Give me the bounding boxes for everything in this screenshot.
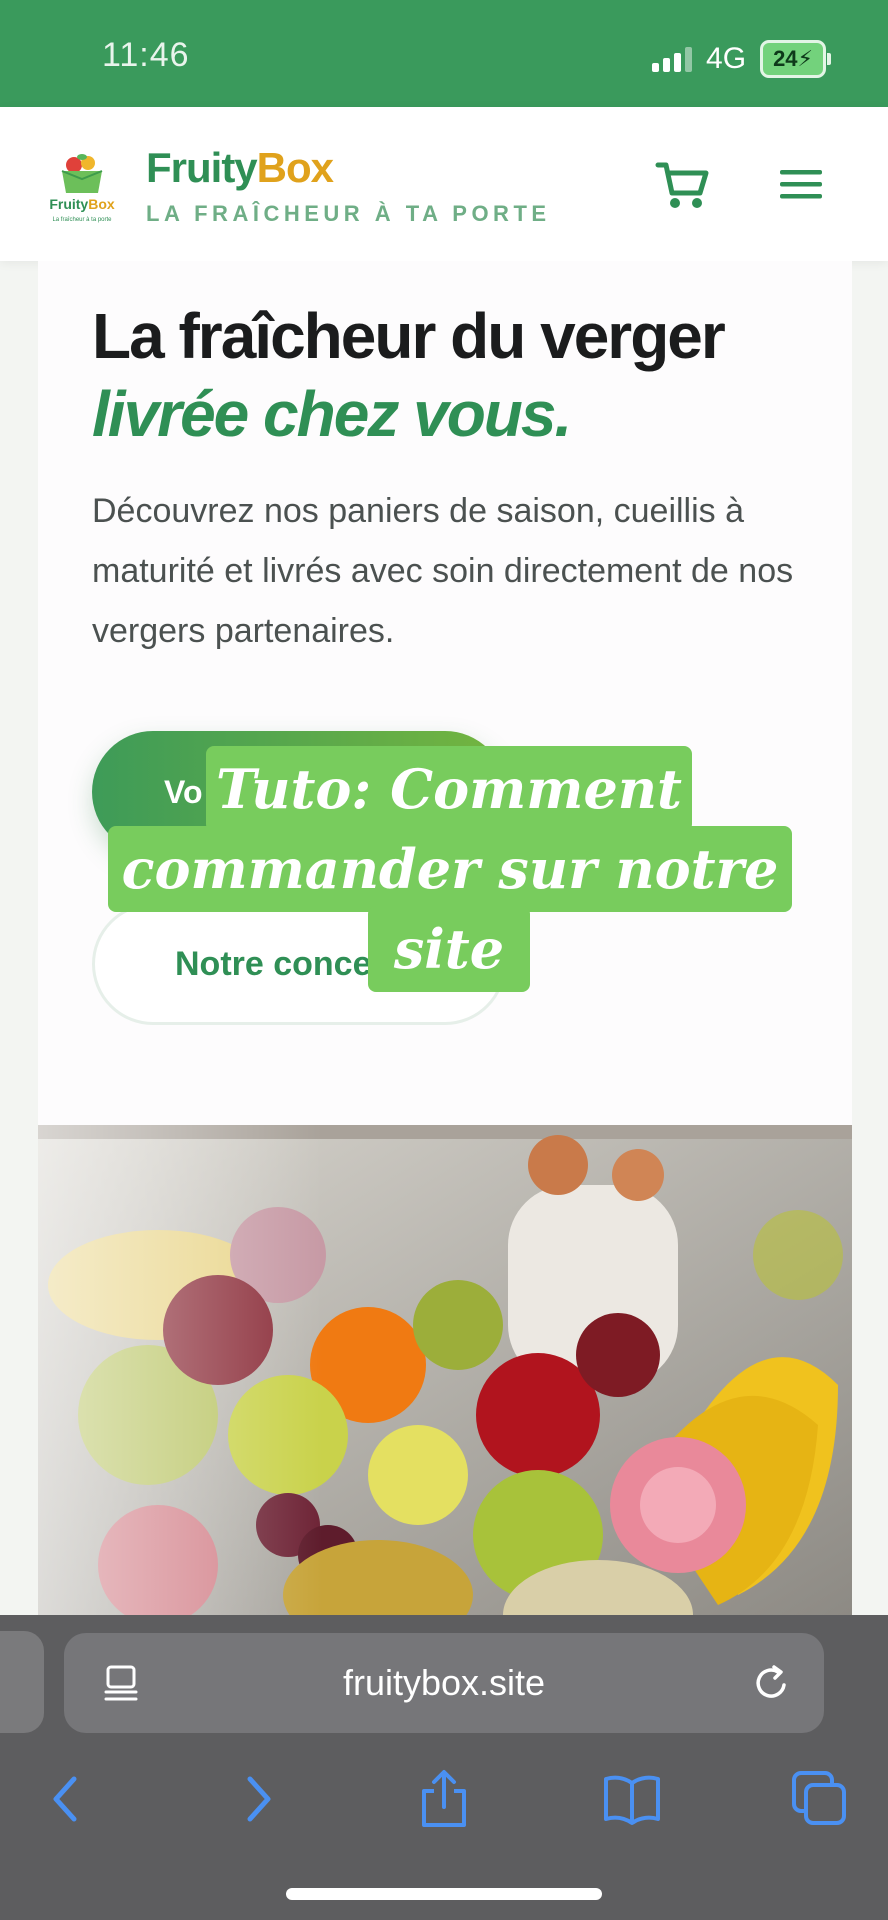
hero-description: Découvrez nos paniers de saison, cueilli… xyxy=(92,492,794,650)
caption-line1: Tuto: Comment xyxy=(206,746,692,832)
forward-icon[interactable] xyxy=(228,1769,288,1829)
status-bar: 11:46 4G 24⚡ xyxy=(0,0,888,107)
status-indicators: 4G 24⚡ xyxy=(652,40,831,78)
site-header: FruityBox La fraîcheur à ta porte Fruity… xyxy=(0,107,888,261)
address-bar[interactable]: fruitybox.site xyxy=(64,1633,824,1733)
brand-name: FruityBox xyxy=(146,147,551,189)
caption-line2: commander sur notre xyxy=(108,826,792,912)
previous-tab-peek[interactable] xyxy=(0,1631,44,1733)
hero-title: La fraîcheur du verger livrée chez vous. xyxy=(92,297,832,453)
share-icon[interactable] xyxy=(414,1769,474,1829)
hero-title-line1: La fraîcheur du verger xyxy=(92,300,726,372)
brand-tagline: LA FRAÎCHEUR À TA PORTE xyxy=(146,201,551,226)
url-text[interactable]: fruitybox.site xyxy=(64,1633,824,1733)
tabs-icon[interactable] xyxy=(790,1769,850,1829)
primary-cta-label: Vo xyxy=(164,773,203,810)
caption-line3: site xyxy=(368,906,530,992)
battery-level: 24 xyxy=(773,46,798,71)
reload-icon[interactable] xyxy=(750,1661,794,1705)
reader-icon[interactable] xyxy=(102,1663,142,1703)
status-time: 11:46 xyxy=(102,36,190,74)
home-indicator[interactable] xyxy=(286,1888,602,1900)
fruit-basket-image xyxy=(38,1125,852,1615)
cart-icon[interactable] xyxy=(654,157,710,213)
browser-toolbar: fruitybox.site xyxy=(0,1615,888,1920)
bookmarks-icon[interactable] xyxy=(602,1769,662,1829)
battery-icon: 24⚡ xyxy=(760,40,831,78)
browser-nav-row xyxy=(0,1759,888,1839)
hero-title-line2: livrée chez vous. xyxy=(92,378,572,450)
logo-text: FruityBox xyxy=(49,196,115,212)
back-icon[interactable] xyxy=(36,1769,96,1829)
logo[interactable]: FruityBox La fraîcheur à ta porte xyxy=(44,151,120,225)
hero-section: La fraîcheur du verger livrée chez vous.… xyxy=(38,261,852,1125)
brand[interactable]: FruityBox LA FRAÎCHEUR À TA PORTE xyxy=(146,147,551,227)
brand-name-part1: Fruity xyxy=(146,144,258,191)
secondary-cta-label: Notre conce xyxy=(175,944,372,983)
menu-icon[interactable] xyxy=(774,162,828,206)
signal-icon xyxy=(652,46,693,72)
logo-subtext: La fraîcheur à ta porte xyxy=(52,217,112,223)
brand-name-part2: Box xyxy=(256,144,334,191)
network-type: 4G xyxy=(706,42,747,75)
